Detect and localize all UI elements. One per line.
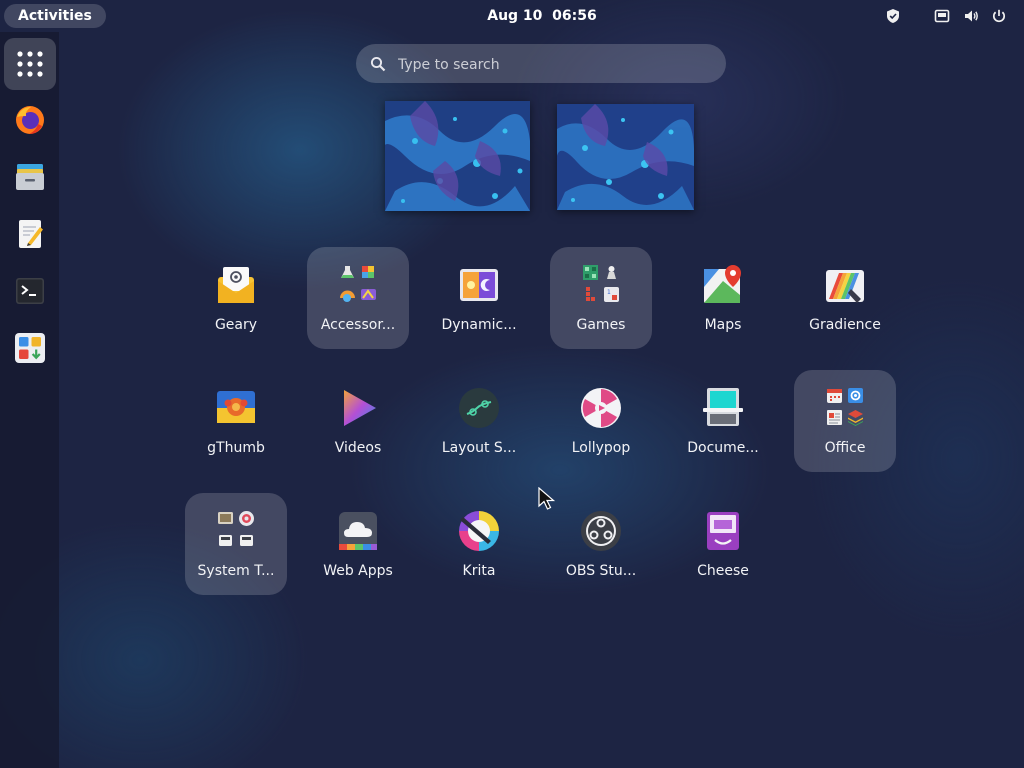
geary-icon [218,267,254,303]
layout-switcher-icon [459,388,499,428]
top-bar: Activities Aug 10 06:56 [0,0,1024,32]
search-input[interactable] [396,44,710,85]
app-web-apps[interactable]: Web Apps [307,493,409,595]
app-label: Office [824,440,866,456]
krita-icon [459,511,499,551]
app-gradience[interactable]: Gradience [794,247,896,349]
app-folder-system-tools[interactable]: System T... [185,493,287,595]
accessories-folder-icon [336,263,380,307]
dash-item-firefox[interactable] [4,94,56,146]
workspace-thumbnail-2[interactable] [557,104,694,210]
games-folder-icon: 1 [579,263,623,307]
lollypop-icon [581,388,621,428]
app-krita[interactable]: Krita [428,493,530,595]
app-label: Accessor... [320,317,396,333]
app-document-scanner[interactable]: Docume... [672,370,774,472]
activities-button[interactable]: Activities [4,4,106,28]
app-label: Docume... [687,440,759,456]
text-editor-icon [19,220,43,248]
cheese-icon [707,512,739,550]
app-label: Videos [334,440,382,456]
clock-time[interactable]: 06:56 [552,8,597,24]
clock: Aug 10 06:56 [0,0,1024,32]
system-tools-folder-icon [214,509,258,553]
app-label: Krita [462,563,496,579]
app-geary[interactable]: Geary [185,247,287,349]
app-folder-games[interactable]: 1 Games [550,247,652,349]
show-apps-button[interactable] [4,38,56,90]
search-icon [370,56,386,72]
network-icon[interactable] [934,8,950,24]
app-label: Cheese [697,563,749,579]
software-icon [15,333,45,363]
app-videos[interactable]: Videos [307,370,409,472]
dash-item-software[interactable] [4,322,56,374]
app-label: Dynamic... [441,317,517,333]
office-folder-icon [823,386,867,430]
app-label: Gradience [809,317,881,333]
workspace-wallpaper [385,101,530,211]
app-label: gThumb [207,440,265,456]
app-obs-studio[interactable]: OBS Stu... [550,493,652,595]
app-cheese[interactable]: Cheese [672,493,774,595]
dash-item-terminal[interactable] [4,265,56,317]
workspace-thumbnail-1[interactable] [385,101,530,211]
app-folder-office[interactable]: Office [794,370,896,472]
search-entry[interactable] [356,44,726,85]
document-scanner-icon [703,388,743,426]
volume-icon[interactable] [963,8,979,24]
videos-icon [344,390,376,426]
app-label: System T... [197,563,275,579]
gthumb-icon [217,391,255,423]
app-maps[interactable]: Maps [672,247,774,349]
app-folder-accessories[interactable]: Accessor... [307,247,409,349]
dash [0,32,59,768]
app-layout-switcher[interactable]: Layout S... [428,370,530,472]
terminal-icon [16,278,44,304]
workspace-wallpaper [557,104,694,210]
dash-item-text-editor[interactable] [4,208,56,260]
obs-studio-icon [581,511,621,551]
show-apps-icon [17,51,43,77]
app-label: Games [576,317,626,333]
dash-item-files[interactable] [4,151,56,203]
maps-icon [704,265,741,303]
firefox-icon [16,106,44,134]
app-lollypop[interactable]: Lollypop [550,370,652,472]
app-dynamic-wallpaper[interactable]: Dynamic... [428,247,530,349]
mouse-pointer-icon [538,487,556,510]
files-icon [16,164,44,190]
app-label: Maps [704,317,742,333]
app-gthumb[interactable]: gThumb [185,370,287,472]
app-label: OBS Stu... [565,563,637,579]
app-label: Web Apps [323,563,393,579]
web-apps-icon [339,512,377,550]
app-label: Geary [214,317,258,333]
svg-text:1: 1 [607,289,611,296]
dynamic-wallpaper-icon [460,269,498,301]
power-icon[interactable] [991,8,1007,24]
gradience-icon [826,270,864,303]
app-label: Lollypop [571,440,631,456]
clock-date[interactable]: Aug 10 [487,8,542,24]
shield-icon[interactable] [885,8,901,24]
app-label: Layout S... [441,440,517,456]
